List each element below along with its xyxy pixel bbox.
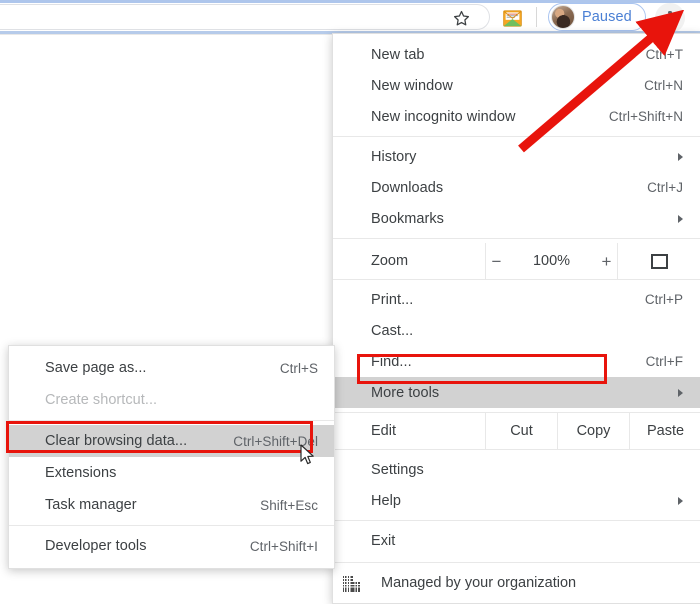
chevron-right-icon	[678, 496, 683, 505]
menu-item-label: New tab	[371, 46, 425, 63]
zoom-label: Zoom	[371, 253, 409, 269]
menu-item-downloads[interactable]: Downloads Ctrl+J	[333, 172, 700, 203]
submenu-item-clear-browsing-data[interactable]: Clear browsing data... Ctrl+Shift+Del	[9, 425, 334, 457]
menu-item-label: Create shortcut...	[45, 392, 158, 408]
menu-separator	[333, 136, 700, 137]
menu-item-label: More tools	[371, 384, 440, 401]
chevron-right-icon	[678, 388, 683, 397]
menu-item-label: Bookmarks	[371, 210, 444, 227]
menu-item-label: Settings	[371, 461, 424, 478]
fullscreen-button[interactable]	[617, 243, 700, 279]
menu-item-label: Clear browsing data...	[45, 433, 188, 449]
submenu-item-save-page-as[interactable]: Save page as... Ctrl+S	[9, 352, 334, 384]
chrome-main-menu: New tab Ctrl+T New window Ctrl+N New inc…	[332, 33, 700, 604]
toolbar-divider	[536, 7, 537, 27]
menu-item-settings[interactable]: Settings	[333, 454, 700, 485]
more-tools-submenu: Save page as... Ctrl+S Create shortcut..…	[8, 345, 335, 569]
menu-item-label: History	[371, 148, 417, 165]
menu-item-label: Exit	[371, 532, 396, 549]
menu-item-new-incognito-window[interactable]: New incognito window Ctrl+Shift+N	[333, 101, 700, 132]
menu-item-history[interactable]: History	[333, 141, 700, 172]
menu-separator	[9, 525, 334, 526]
menu-item-shortcut: Ctrl+Shift+N	[608, 109, 683, 124]
menu-item-cast[interactable]: Cast...	[333, 315, 700, 346]
cut-button[interactable]: Cut	[485, 413, 557, 449]
menu-item-shortcut: Ctrl+Shift+I	[249, 538, 318, 554]
menu-item-print[interactable]: Print... Ctrl+P	[333, 284, 700, 315]
managed-label: Managed by your organization	[381, 575, 577, 591]
star-bookmark-icon[interactable]	[451, 8, 471, 28]
menu-item-label: Developer tools	[45, 538, 147, 554]
menu-separator	[333, 449, 700, 450]
paste-button[interactable]: Paste	[629, 413, 700, 449]
sync-paused-label: Paused	[582, 9, 632, 25]
menu-separator	[9, 420, 334, 421]
chevron-right-icon	[678, 152, 683, 161]
submenu-item-extensions[interactable]: Extensions	[9, 457, 334, 489]
menu-item-label: Print...	[371, 291, 414, 308]
menu-separator	[333, 238, 700, 239]
menu-item-label: Task manager	[45, 497, 137, 513]
menu-separator	[333, 520, 700, 521]
menu-item-more-tools[interactable]: More tools	[333, 377, 700, 408]
submenu-item-developer-tools[interactable]: Developer tools Ctrl+Shift+I	[9, 530, 334, 562]
menu-item-label: New incognito window	[371, 108, 516, 125]
menu-item-bookmarks[interactable]: Bookmarks	[333, 203, 700, 234]
zoom-controls: − 100% +	[485, 243, 617, 279]
menu-item-shortcut: Ctrl+N	[644, 78, 683, 93]
menu-item-label: Help	[371, 492, 402, 509]
menu-item-shortcut: Ctrl+J	[647, 180, 683, 195]
chevron-right-icon	[678, 214, 683, 223]
menu-item-help[interactable]: Help	[333, 485, 700, 516]
zoom-out-button[interactable]: −	[490, 253, 504, 270]
menu-item-shortcut: Ctrl+Shift+Del	[233, 433, 318, 449]
menu-item-label: Extensions	[45, 465, 117, 481]
mail-extension-icon[interactable]	[502, 8, 522, 28]
menu-row-edit: Edit Cut Copy Paste	[333, 413, 700, 449]
profile-button[interactable]: Paused	[548, 3, 646, 31]
menu-item-exit[interactable]: Exit	[333, 525, 700, 556]
menu-item-shortcut: Ctrl+F	[645, 354, 683, 369]
menu-item-new-tab[interactable]: New tab Ctrl+T	[333, 39, 700, 70]
menu-item-find[interactable]: Find... Ctrl+F	[333, 346, 700, 377]
edit-label: Edit	[371, 423, 396, 439]
menu-item-label: Cast...	[371, 322, 414, 339]
menu-item-shortcut: Ctrl+S	[279, 360, 318, 376]
organization-building-icon	[343, 575, 360, 592]
menu-row-zoom: Zoom − 100% +	[333, 243, 700, 279]
zoom-level-value: 100%	[532, 253, 571, 269]
copy-button[interactable]: Copy	[557, 413, 629, 449]
menu-item-managed-by-organization[interactable]: Managed by your organization	[333, 562, 700, 603]
menu-separator	[333, 279, 700, 280]
menu-item-shortcut: Shift+Esc	[260, 497, 318, 513]
browser-toolbar: Paused	[0, 0, 700, 34]
avatar	[551, 5, 575, 29]
submenu-item-create-shortcut: Create shortcut...	[9, 384, 334, 416]
fullscreen-icon	[651, 253, 668, 269]
menu-item-new-window[interactable]: New window Ctrl+N	[333, 70, 700, 101]
menu-item-shortcut: Ctrl+T	[645, 47, 683, 62]
three-dot-menu-icon[interactable]	[655, 3, 685, 33]
zoom-in-button[interactable]: +	[600, 253, 614, 270]
menu-item-label: Find...	[371, 353, 412, 370]
menu-item-label: Downloads	[371, 179, 444, 196]
menu-item-shortcut: Ctrl+P	[644, 292, 683, 307]
menu-item-label: New window	[371, 77, 453, 94]
menu-item-label: Save page as...	[45, 360, 147, 376]
submenu-item-task-manager[interactable]: Task manager Shift+Esc	[9, 489, 334, 521]
omnibox[interactable]	[0, 4, 490, 30]
